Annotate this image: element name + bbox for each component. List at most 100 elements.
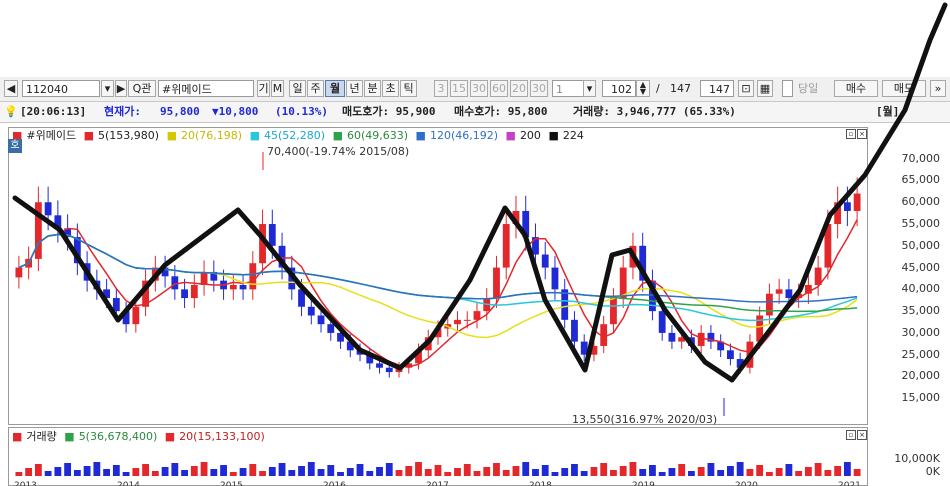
volume-bar — [307, 462, 315, 476]
candle-body — [200, 271, 208, 285]
volume-bar — [619, 466, 627, 476]
candle-body — [785, 289, 793, 299]
volume-bar — [122, 472, 130, 476]
volume-bar — [337, 472, 344, 476]
candle-body — [190, 285, 198, 299]
volume-bar — [571, 464, 578, 476]
x-tick-label: 2020 — [735, 481, 758, 486]
volume-bar — [765, 472, 773, 476]
volume-bar — [190, 466, 198, 476]
volume-bar — [327, 465, 335, 476]
volume-bar — [736, 462, 744, 476]
volume-bar — [151, 471, 159, 476]
volume-bar — [629, 462, 637, 476]
candle-body — [229, 285, 237, 290]
volume-bar — [103, 469, 111, 476]
volume-bar — [356, 464, 364, 476]
volume-bar — [132, 468, 140, 476]
volume-bar — [473, 471, 481, 476]
volume-bar — [210, 469, 218, 476]
volume-bar — [200, 462, 208, 476]
volume-bar — [610, 470, 617, 476]
volume-bar — [366, 471, 374, 476]
x-tick-label: 2017 — [426, 481, 449, 486]
volume-bar — [541, 465, 549, 476]
volume-bar — [522, 462, 530, 476]
volume-bar — [25, 468, 33, 476]
low-annotation: 13,550(316.97% 2020/03) — [572, 413, 717, 426]
price-chart: 70,400(-19.74% 2015/08) 13,550(316.97% 20… — [12, 2, 948, 486]
hand-drawn-trend-stroke — [12, 2, 948, 383]
volume-bar — [463, 464, 471, 476]
candle-body — [697, 332, 705, 346]
x-tick-label: 2015 — [220, 481, 243, 486]
candle-body — [454, 319, 461, 325]
volume-bar — [395, 470, 403, 476]
volume-bar — [775, 468, 783, 476]
volume-bar — [658, 472, 666, 476]
volume-bar — [161, 467, 169, 476]
volume-bar — [229, 472, 237, 476]
candle-body — [15, 267, 23, 278]
volume-bar — [142, 464, 149, 476]
volume-bar — [385, 463, 393, 476]
candle-body — [610, 298, 617, 325]
candle-body — [775, 289, 783, 294]
candle-body — [463, 319, 471, 321]
candle-body — [44, 202, 52, 216]
candle-body — [493, 267, 500, 299]
volume-bar — [298, 466, 305, 476]
volume-bar — [551, 472, 559, 476]
volume-bar — [834, 466, 842, 476]
volume-bar — [171, 463, 179, 476]
volume-bar — [814, 463, 822, 476]
volume-bar — [424, 469, 432, 476]
candle-body — [268, 224, 276, 246]
volume-bar — [444, 472, 452, 476]
x-tick-label: 2019 — [632, 481, 655, 486]
volume-bar — [288, 470, 296, 476]
x-tick-label: 2016 — [323, 481, 346, 486]
volume-bar — [502, 470, 510, 476]
candle-body — [376, 363, 383, 368]
volume-bar — [668, 468, 676, 476]
volume-bar — [590, 467, 598, 476]
volume-bar — [746, 469, 754, 476]
volume-bar — [112, 465, 120, 476]
volume-bar — [493, 463, 500, 476]
volume-bar — [220, 465, 227, 476]
volume-bar — [649, 465, 656, 476]
volume-bar — [678, 464, 686, 476]
volume-bar — [181, 470, 188, 476]
volume-bar — [34, 464, 42, 476]
volume-bar — [415, 462, 422, 476]
candle-body — [317, 315, 325, 325]
volume-bar — [853, 469, 861, 476]
volume-bar — [278, 463, 286, 476]
candle-body — [668, 332, 676, 342]
volume-bar — [824, 470, 832, 476]
volume-bar — [346, 468, 354, 476]
volume-bar — [64, 463, 72, 476]
volume-bar — [259, 471, 266, 476]
volume-bar — [697, 467, 705, 476]
volume-bar — [600, 463, 608, 476]
candle-body — [765, 293, 773, 316]
volume-bar — [454, 468, 461, 476]
x-tick-label: 2018 — [529, 481, 552, 486]
candle-body — [385, 367, 393, 373]
volume-bar — [756, 465, 764, 476]
volume-bar — [15, 472, 23, 476]
volume-bar — [405, 466, 413, 476]
volume-bar — [512, 466, 520, 476]
volume-bar — [561, 468, 569, 476]
candle-body — [843, 202, 851, 211]
volume-bar — [843, 462, 851, 476]
volume-bar — [83, 466, 91, 476]
x-tick-label: 2021 — [838, 481, 861, 486]
candle-body — [171, 276, 179, 290]
volume-bar — [727, 466, 734, 476]
x-tick-label: 2013 — [14, 481, 37, 486]
candle-body — [658, 311, 666, 333]
high-annotation: 70,400(-19.74% 2015/08) — [267, 145, 409, 158]
